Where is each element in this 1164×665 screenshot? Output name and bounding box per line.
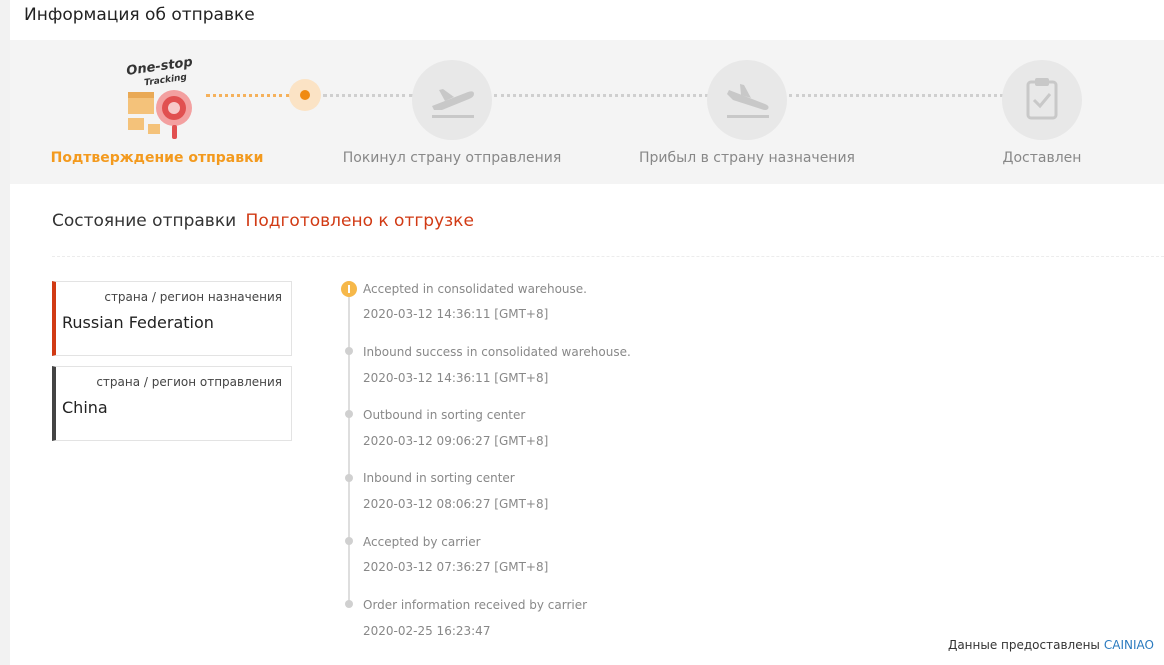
timeline-current-icon (341, 281, 357, 297)
timeline-event: Order information received by carrier (363, 598, 588, 612)
step-label-departed: Покинул страну отправления (342, 150, 562, 166)
shipment-panel: Информация об отправке One-stop Tracking (10, 0, 1164, 665)
page-title: Информация об отправке (24, 5, 255, 25)
timeline-time: 2020-02-25 16:23:47 (363, 624, 491, 638)
step-label-arrived: Прибыл в страну назначения (639, 150, 855, 166)
timeline-event: Outbound in sorting center (363, 408, 526, 422)
origin-region-card: страна / регион отправления China (52, 366, 292, 441)
timeline-time: 2020-03-12 14:36:11 [GMT+8] (363, 371, 549, 385)
destination-caption: страна / регион назначения (104, 290, 282, 304)
timeline-event: Inbound in sorting center (363, 471, 515, 485)
timeline-dot (345, 600, 353, 608)
provider-link[interactable]: CAINIAO (1104, 638, 1154, 652)
timeline-time: 2020-03-12 08:06:27 [GMT+8] (363, 497, 549, 511)
timeline-time: 2020-03-12 09:06:27 [GMT+8] (363, 434, 549, 448)
timeline-dot (345, 537, 353, 545)
status-label: Состояние отправки (52, 211, 237, 231)
one-stop-tracking-logo: One-stop Tracking (122, 50, 202, 142)
timeline-dot (345, 474, 353, 482)
current-step-dot (289, 79, 321, 111)
timeline-dot (345, 347, 353, 355)
destination-value: Russian Federation (62, 313, 214, 332)
timeline-event: Inbound success in consolidated warehous… (363, 345, 631, 359)
step-label-confirmed: Подтверждение отправки (50, 150, 264, 166)
credit-prefix: Данные предоставлены (947, 638, 1100, 652)
plane-landing-icon (707, 60, 787, 140)
status-value: Подготовлено к отгрузке (245, 211, 474, 231)
progress-connector-done (206, 94, 290, 97)
shipment-status: Состояние отправки Подготовлено к отгруз… (52, 211, 474, 231)
destination-region-card: страна / регион назначения Russian Feder… (52, 281, 292, 356)
data-credit: Данные предоставлены CAINIAO (948, 638, 1154, 652)
divider (52, 256, 1164, 257)
tracking-stepper: One-stop Tracking Подтверждение отправки… (10, 40, 1164, 184)
timeline-line (348, 288, 350, 604)
timeline-time: 2020-03-12 14:36:11 [GMT+8] (363, 307, 549, 321)
step-label-delivered: Доставлен (1002, 150, 1082, 166)
progress-connector (323, 94, 413, 97)
timeline-event: Accepted in consolidated warehouse. (363, 282, 587, 296)
progress-connector (789, 94, 1003, 97)
clipboard-check-icon (1002, 60, 1082, 140)
timeline-dot (345, 410, 353, 418)
progress-connector (494, 94, 708, 97)
timeline-event: Accepted by carrier (363, 535, 481, 549)
origin-caption: страна / регион отправления (96, 375, 282, 389)
timeline-time: 2020-03-12 07:36:27 [GMT+8] (363, 560, 549, 574)
origin-value: China (62, 398, 108, 417)
plane-takeoff-icon (412, 60, 492, 140)
